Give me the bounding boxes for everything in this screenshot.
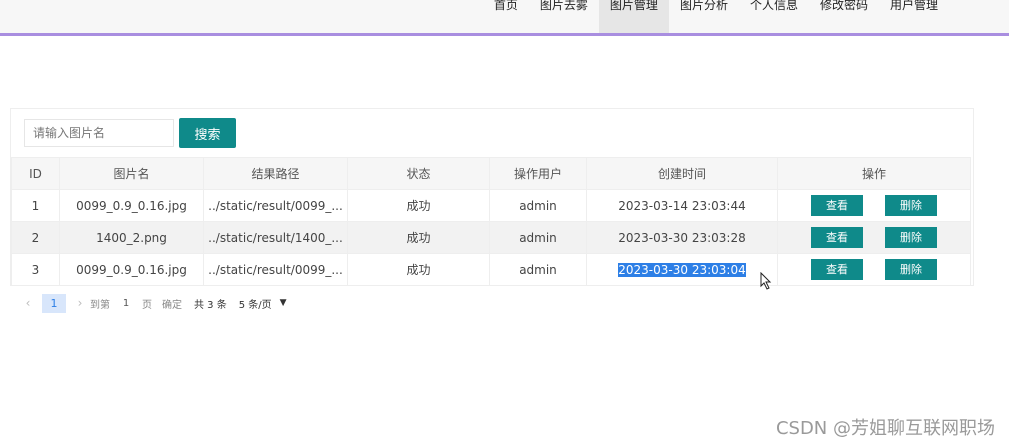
cell-name: 0099_0.9_0.16.jpg bbox=[59, 253, 204, 286]
nav-profile-label: 个人信息 bbox=[749, 0, 798, 12]
search-input[interactable] bbox=[24, 119, 174, 147]
nav-image-manage-label: 图片管理 bbox=[609, 0, 658, 12]
nav-image-dehaze-label: 图片去雾 bbox=[539, 0, 588, 12]
cell-user: admin bbox=[489, 189, 587, 222]
col-header-user: 操作用户 bbox=[489, 157, 587, 190]
cell-user: admin bbox=[489, 221, 587, 254]
image-table: ID 图片名 结果路径 状态 操作用户 创建时间 操作 1 0099_0.9_0… bbox=[11, 157, 971, 286]
view-button[interactable]: 查看 bbox=[811, 227, 863, 248]
cell-id: 2 bbox=[11, 221, 60, 254]
nav-image-dehaze[interactable]: 图片去雾 bbox=[529, 0, 599, 14]
col-header-path: 结果路径 bbox=[203, 157, 348, 190]
cell-time: 2023-03-14 23:03:44 bbox=[586, 189, 778, 222]
row-actions: 查看 删除 bbox=[779, 195, 970, 216]
delete-button[interactable]: 删除 bbox=[885, 259, 937, 280]
cell-name: 0099_0.9_0.16.jpg bbox=[59, 189, 204, 222]
cell-actions: 查看 删除 bbox=[777, 189, 971, 222]
delete-button[interactable]: 删除 bbox=[885, 195, 937, 216]
delete-button[interactable]: 删除 bbox=[885, 227, 937, 248]
cell-actions: 查看 删除 bbox=[777, 221, 971, 254]
cell-time: 2023-03-30 23:03:04 bbox=[586, 253, 778, 286]
col-header-name: 图片名 bbox=[59, 157, 204, 190]
nav-image-analysis-label: 图片分析 bbox=[679, 0, 728, 12]
cell-time: 2023-03-30 23:03:28 bbox=[586, 221, 778, 254]
selected-time-text[interactable]: 2023-03-30 23:03:04 bbox=[618, 262, 746, 277]
nav-image-analysis[interactable]: 图片分析 bbox=[669, 0, 739, 14]
cell-path: ../static/result/1400_... bbox=[203, 221, 348, 254]
view-button[interactable]: 查看 bbox=[811, 259, 863, 280]
view-button[interactable]: 查看 bbox=[811, 195, 863, 216]
page-size-select[interactable]: 5 条/页 ▼ bbox=[239, 296, 287, 311]
nav-image-manage[interactable]: 图片管理 bbox=[598, 0, 669, 33]
row-actions: 查看 删除 bbox=[779, 227, 970, 248]
watermark-text: CSDN @芳姐聊互联网职场 bbox=[775, 418, 995, 439]
cell-id: 1 bbox=[11, 189, 60, 222]
mouse-cursor-icon bbox=[760, 272, 772, 290]
col-header-id: ID bbox=[11, 157, 60, 190]
search-button[interactable]: 搜索 bbox=[179, 118, 236, 148]
pagination: ‹ 1 › 到第 页 确定 共 3 条 5 条/页 ▼ bbox=[18, 293, 287, 313]
cell-status: 成功 bbox=[347, 189, 490, 222]
cell-id: 3 bbox=[11, 253, 60, 286]
page-1-button[interactable]: 1 bbox=[42, 293, 66, 313]
chevron-down-icon: ▼ bbox=[279, 298, 287, 308]
col-header-status: 状态 bbox=[347, 157, 490, 190]
cell-status: 成功 bbox=[347, 221, 490, 254]
cell-path: ../static/result/0099_... bbox=[203, 253, 348, 286]
col-header-time: 创建时间 bbox=[586, 157, 778, 190]
top-navbar: 首页 图片去雾 图片管理 图片分析 个人信息 修改密码 用户管理 bbox=[0, 0, 1009, 36]
goto-page-input[interactable] bbox=[110, 294, 142, 312]
image-manage-panel: 搜索 ID 图片名 结果路径 状态 操作用户 创建时间 操作 1 0099_0.… bbox=[10, 108, 974, 286]
page-size-value: 5 条/页 bbox=[238, 299, 272, 311]
goto-confirm-button[interactable]: 确定 bbox=[162, 296, 182, 311]
cell-path: ../static/result/0099_... bbox=[203, 189, 348, 222]
cell-actions: 查看 删除 bbox=[777, 253, 971, 286]
goto-label: 到第 bbox=[90, 299, 110, 311]
nav-change-password[interactable]: 修改密码 bbox=[809, 0, 879, 14]
col-header-actions: 操作 bbox=[777, 157, 971, 190]
main-nav: 首页 图片去雾 图片管理 图片分析 个人信息 修改密码 用户管理 bbox=[483, 0, 949, 33]
table-row: 2 1400_2.png ../static/result/1400_... 成… bbox=[11, 221, 971, 254]
nav-home-label: 首页 bbox=[493, 0, 518, 12]
table-row: 3 0099_0.9_0.16.jpg ../static/result/009… bbox=[11, 253, 971, 286]
table-row: 1 0099_0.9_0.16.jpg ../static/result/009… bbox=[11, 189, 971, 222]
nav-user-manage-label: 用户管理 bbox=[889, 0, 938, 12]
nav-profile[interactable]: 个人信息 bbox=[739, 0, 809, 14]
nav-home[interactable]: 首页 bbox=[483, 0, 529, 14]
table-header-row: ID 图片名 结果路径 状态 操作用户 创建时间 操作 bbox=[11, 157, 971, 190]
page-unit-label: 页 bbox=[142, 299, 152, 311]
cell-status: 成功 bbox=[347, 253, 490, 286]
nav-user-manage[interactable]: 用户管理 bbox=[879, 0, 949, 14]
cell-user: admin bbox=[489, 253, 587, 286]
prev-page-icon[interactable]: ‹ bbox=[18, 296, 38, 310]
cell-name: 1400_2.png bbox=[59, 221, 204, 254]
row-actions: 查看 删除 bbox=[779, 259, 970, 280]
nav-change-password-label: 修改密码 bbox=[819, 0, 868, 12]
next-page-icon[interactable]: › bbox=[70, 296, 90, 310]
total-count: 共 3 条 bbox=[194, 299, 227, 311]
